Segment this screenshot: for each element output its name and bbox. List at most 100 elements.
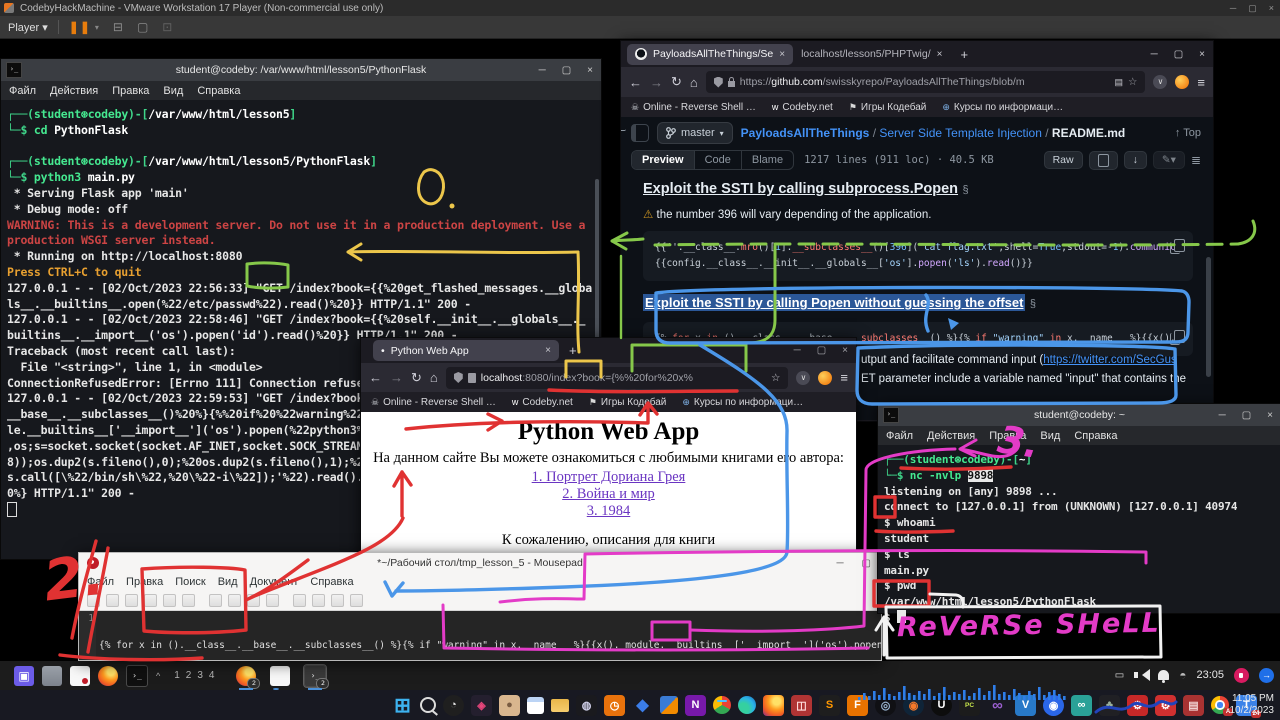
power-manager-icon[interactable]: ◓ [1179,668,1186,682]
pocket-icon[interactable]: ∨ [1153,75,1167,89]
calendar-app[interactable] [527,697,544,714]
menu-item[interactable]: Справка [310,576,353,588]
nc-terminal-titlebar[interactable]: ›_ student@codeby: ~ ─ ▢ × [878,404,1280,426]
plant-app[interactable]: ♣ [1099,695,1120,716]
chrome-profile[interactable]: A [1211,696,1229,714]
home-button[interactable]: ⌂ [430,370,438,385]
vault-app[interactable]: ◫ [791,695,812,716]
menu-item[interactable]: Файл [9,85,36,97]
tab-localhost-phptwig[interactable]: localhost/lesson5/PHPTwig/× [793,44,950,65]
maximize-button[interactable]: ▢ [1174,49,1183,60]
download-icon[interactable]: ↓ [1124,151,1147,169]
breadcrumb-repo-link[interactable]: PayloadsAllTheThings [741,126,870,140]
reader-mode-icon[interactable]: ▤ [1114,77,1123,88]
breadcrumb-folder-link[interactable]: Server Side Template Injection [879,126,1042,140]
obsidian-app[interactable]: ◍ [576,695,597,716]
bookmark-item[interactable]: ☠Online - Reverse Shell … [631,102,756,113]
minimize-button[interactable]: ─ [1219,410,1226,421]
nc-terminal-window[interactable]: ›_ student@codeby: ~ ─ ▢ × ФайлДействияП… [877,403,1280,614]
toolbar-button[interactable] [209,594,222,607]
toolbar-button[interactable] [125,594,138,607]
bookmark-item[interactable]: ⊕Курсы по информаци… [942,102,1063,113]
bookmark-item[interactable]: ⊕Курсы по информаци… [682,397,803,408]
menu-item[interactable]: Справка [1074,430,1117,442]
lock-screen-icon[interactable] [1234,668,1249,683]
nc-terminal-output[interactable]: ┌──(student⊛codeby)-[~]└─$ nc -nvlp 9898… [878,445,1280,633]
logout-icon[interactable]: → [1259,668,1274,683]
menu-item[interactable]: Файл [886,430,913,442]
maximize-button[interactable]: ▢ [817,345,826,356]
mousepad-window[interactable]: *~/Рабочий стол/tmp_lesson_5 - Mousepad … [78,552,882,661]
slides-app[interactable]: ▤ [1183,695,1204,716]
tab-python-web-app[interactable]: • Python Web App × [373,340,559,361]
teal-app[interactable]: ∞ [1071,695,1092,716]
menu-item[interactable]: Вид [1040,430,1060,442]
tab-payloadsallthethings[interactable]: PayloadsAllTheThings/Se× [627,44,793,65]
terminal-window-button[interactable]: ›_2 [304,665,326,687]
display-icon[interactable]: ▭ [1115,670,1124,681]
toolbar-button[interactable] [106,594,119,607]
terminal-launcher[interactable]: ›_ [126,665,148,687]
url-bar[interactable]: localhost:8080/index?book={%%20for%20x% … [446,367,789,389]
gear-app-1[interactable]: ⚙ [1127,695,1148,716]
menu-item[interactable]: Файл [87,576,114,588]
vm-clock[interactable]: 23:05 [1196,669,1224,681]
toolbar-button[interactable] [266,594,279,607]
timer-app[interactable]: ◷ [604,695,625,716]
close-button[interactable]: × [1199,49,1205,60]
vmware-workstation[interactable] [660,696,678,714]
terminal-scrollbar[interactable] [595,179,599,349]
sublime-text[interactable]: S [819,695,840,716]
tab-close-icon[interactable]: × [937,49,943,60]
pause-dropdown-icon[interactable]: ▾ [95,23,99,32]
close-button[interactable]: × [842,345,848,356]
menu-item[interactable]: Вид [163,85,183,97]
f-utility[interactable]: F [847,695,868,716]
back-button[interactable]: ← [369,370,382,385]
toolbar-button[interactable] [331,594,344,607]
menu-item[interactable]: Правка [989,430,1026,442]
mousepad-launcher[interactable] [70,666,90,686]
firefox-webapp-window[interactable]: • Python Web App × + ─ ▢ × ← → ↻ ⌂ local… [360,337,857,564]
chrome[interactable] [713,696,731,714]
toolbar-button[interactable] [293,594,306,607]
tracking-shield-icon[interactable] [454,372,463,383]
minimize-button[interactable]: ─ [539,65,546,76]
minimize-button[interactable]: ─ [794,345,801,356]
toolbar-button[interactable] [182,594,195,607]
menu-item[interactable]: Действия [50,85,98,97]
menu-item[interactable]: Документ [250,576,299,588]
back-button[interactable]: ← [629,75,642,90]
tracking-shield-icon[interactable] [714,77,723,88]
tab-close-icon[interactable]: × [779,49,785,60]
twitter-link[interactable]: https://twitter.com/SecGus [1043,354,1177,366]
tab-preview[interactable]: Preview [632,151,694,169]
anchor-link-icon[interactable]: § [1030,298,1036,310]
edit-pencil-icon[interactable]: ✎▾ [1153,151,1185,169]
mousepad-window-button[interactable] [270,666,290,686]
bookmark-item[interactable]: wCodeby.net [512,397,573,408]
virtualbox[interactable]: ◆ [632,695,653,716]
menu-item[interactable]: Правка [126,576,163,588]
unreal-engine[interactable]: U [931,695,952,716]
sidebar-toggle-icon[interactable] [631,124,649,142]
maximize-button[interactable]: ▢ [862,558,871,569]
vscode[interactable]: V [1015,695,1036,716]
mousepad-editor[interactable]: 1 {% for x in ().__class__.__base__.__su… [79,611,881,660]
copy-raw-icon[interactable] [1089,151,1118,170]
maximize-button[interactable]: ▢ [562,65,571,76]
toolbar-button[interactable] [87,594,100,607]
maximize-button[interactable]: ▢ [1242,410,1251,421]
forward-button[interactable]: → [650,75,663,90]
workspace-number[interactable]: 4 [209,670,215,681]
forward-button[interactable]: → [390,370,403,385]
copy-icon[interactable] [1174,239,1185,252]
onenote[interactable]: N [685,695,706,716]
vmware-maximize-button[interactable]: ▢ [1248,3,1257,14]
copy-icon[interactable] [1174,330,1185,343]
search-icon[interactable] [420,697,436,713]
chat-app[interactable]: ◈ [471,695,492,716]
menu-item[interactable]: Справка [197,85,240,97]
windows-clock[interactable]: 11:05 PM 10/2/2023 [1230,693,1275,716]
book-link-3[interactable]: 3. 1984 [361,503,856,520]
